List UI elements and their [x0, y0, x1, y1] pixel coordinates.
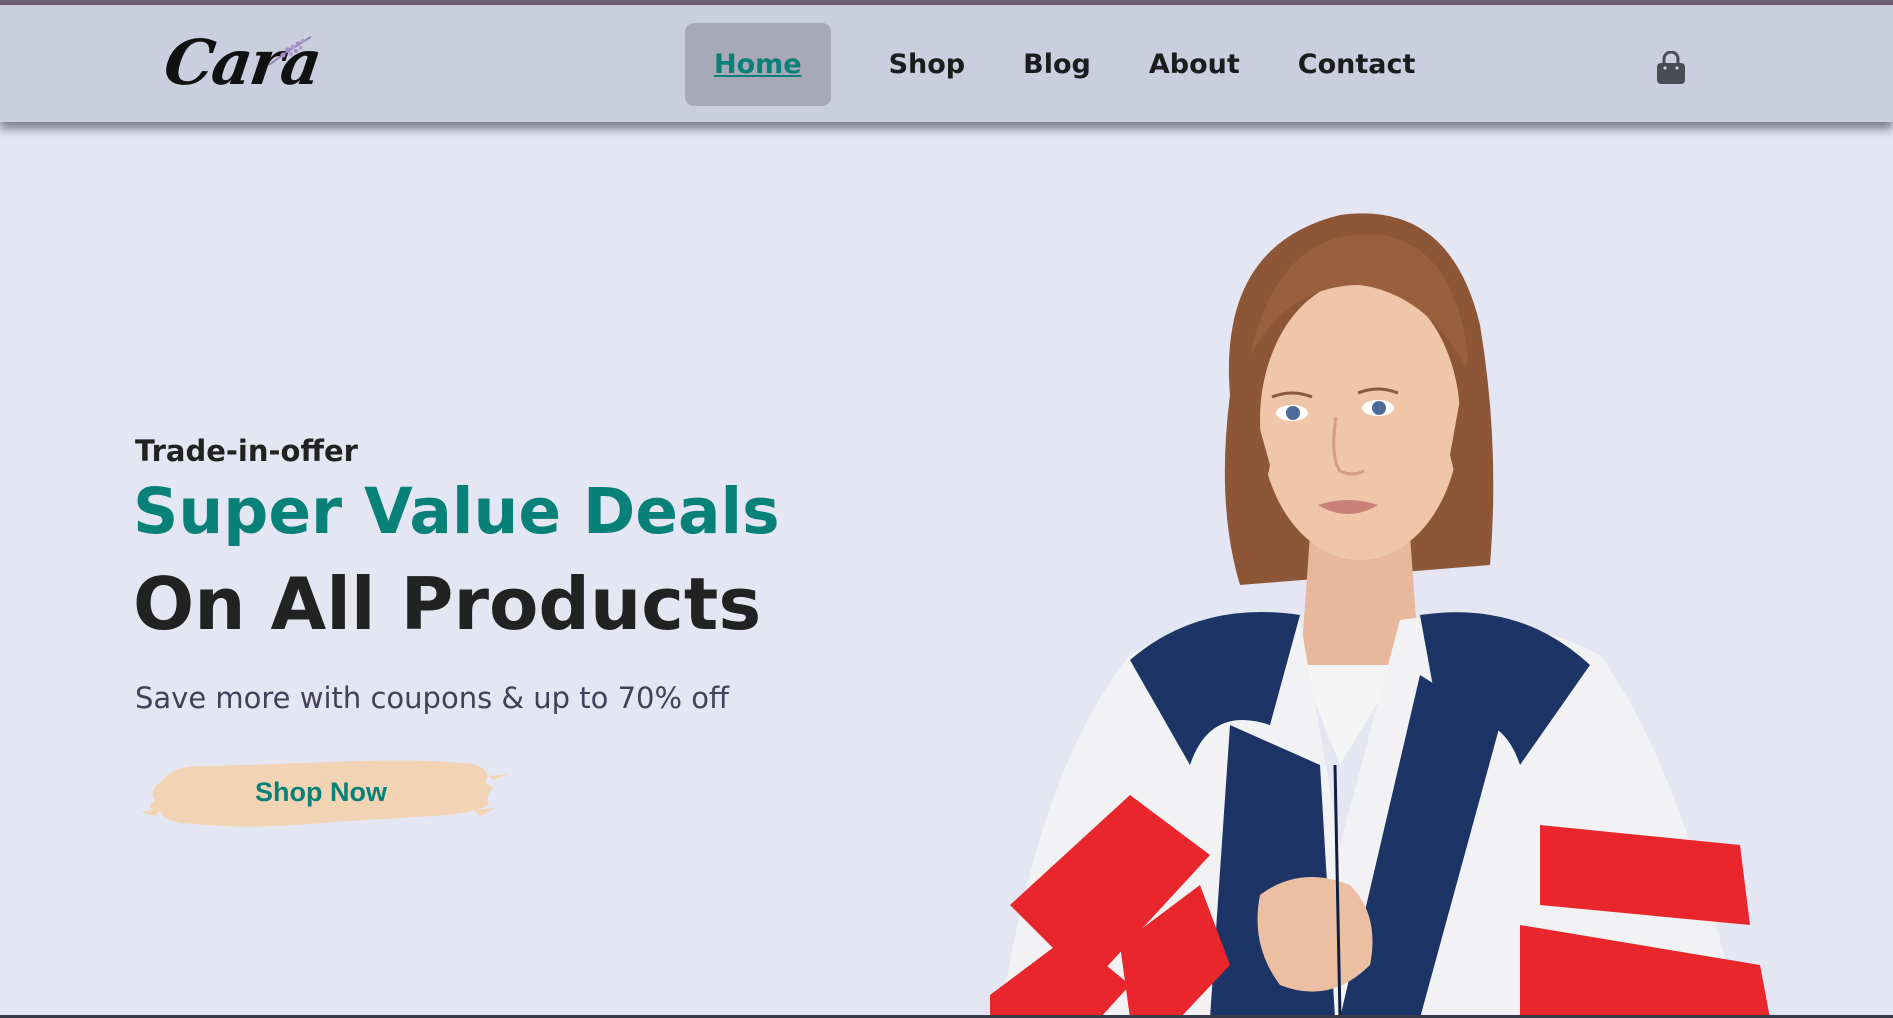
shop-now-button[interactable]: Shop Now	[133, 752, 513, 836]
nav-contact[interactable]: Contact	[1298, 49, 1416, 80]
nav-blog[interactable]: Blog	[1023, 49, 1091, 80]
hero-subtext: Save more with coupons & up to 70% off	[135, 681, 729, 715]
nav-home[interactable]: Home	[685, 23, 831, 106]
nav-about[interactable]: About	[1149, 49, 1240, 80]
hero-headline-line2: On All Products	[133, 562, 762, 646]
main-nav: Home Shop Blog About Contact	[685, 22, 1473, 107]
shop-now-label: Shop Now	[255, 777, 387, 807]
nav-shop[interactable]: Shop	[889, 49, 966, 80]
top-border	[0, 0, 1893, 5]
hero-headline-line1: Super Value Deals	[133, 475, 780, 548]
hero-model-image	[990, 213, 1770, 1018]
lavender-sprig-icon	[268, 36, 312, 66]
logo[interactable]: Cara	[160, 23, 325, 99]
hero-kicker: Trade-in-offer	[135, 434, 358, 468]
shopping-bag-icon[interactable]	[1656, 51, 1686, 85]
page: Cara Home Shop Blog About Contact Trade-…	[0, 0, 1893, 1018]
site-header: Cara Home Shop Blog About Contact	[0, 5, 1893, 122]
